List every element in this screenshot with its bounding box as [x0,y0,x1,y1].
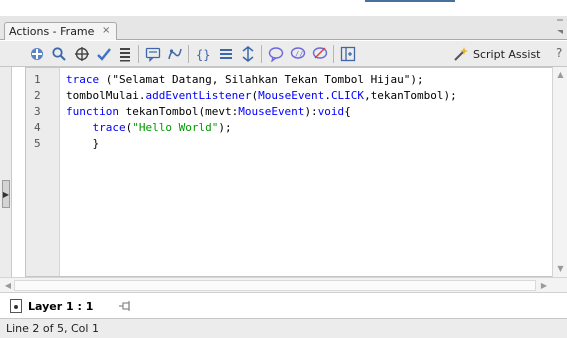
code-token: function [66,105,119,118]
code-token: ("Selamat Datang, Silahkan Tekan Tombol … [99,73,424,86]
script-editor[interactable]: 1 2 3 4 5 trace ("Selamat Datang, Silahk… [25,67,567,277]
code-line[interactable]: function tekanTombol(mevt:MouseEvent):vo… [66,105,351,118]
layer-frame-label: Layer 1 : 1 [28,299,94,313]
code-token: . [324,89,331,102]
code-token: ): [304,105,318,118]
scroll-track[interactable] [14,280,536,291]
code-token: ,tekanTombol); [364,89,457,102]
code-token: trace [66,73,100,86]
scroll-left-icon[interactable]: ◀ [2,280,14,291]
panel-tab-bar: Actions - Frame × [0,16,567,40]
line-number: 4 [34,121,41,134]
line-number-gutter: 1 2 3 4 5 [26,68,60,276]
remove-comment-icon[interactable] [311,45,329,63]
code-token: MouseEvent [258,89,325,102]
code-token: ); [218,121,232,134]
apply-block-comment-icon[interactable] [267,45,285,63]
code-token: tombolMulai. [66,89,146,102]
toolbar-separator [138,45,139,63]
code-token: trace [92,121,126,134]
code-token: void [317,105,345,118]
debug-options-icon[interactable] [166,45,184,63]
collapse-between-braces-icon[interactable]: {} [195,45,213,63]
svg-text://: // [295,50,303,58]
panel-menu-icon[interactable] [555,18,565,36]
expand-all-icon[interactable] [239,45,257,63]
tab-title: Actions - Frame [9,25,95,38]
apply-line-comment-icon[interactable]: // [289,45,307,63]
layer-frame-tab[interactable]: Layer 1 : 1 [4,296,99,316]
code-token: addEventListener [145,89,252,102]
code-token: tekanTombol(mevt: [118,105,239,118]
script-page-icon [10,299,22,313]
toolbar-separator [333,45,334,63]
line-number: 5 [34,137,41,150]
scroll-up-icon[interactable]: ▲ [555,69,566,80]
collapse-selection-icon[interactable] [217,45,235,63]
script-assist-button[interactable]: Script Assist [452,45,541,63]
code-token: "Hello World" [132,121,219,134]
close-icon[interactable]: × [102,25,110,36]
line-number: 1 [34,73,41,86]
find-icon[interactable] [50,45,68,63]
chevron-right-icon: ▶ [2,189,10,199]
code-line[interactable]: tombolMulai.addEventListener(MouseEvent.… [66,89,457,102]
horizontal-scrollbar[interactable]: ◀ ▶ [0,277,567,292]
auto-format-icon[interactable] [116,45,134,63]
add-statement-icon[interactable] [28,45,46,63]
show-code-hint-icon[interactable] [144,45,162,63]
code-line[interactable]: trace("Hello World"); [66,121,232,134]
code-token: MouseEvent [238,105,305,118]
script-assist-label: Script Assist [473,47,541,61]
status-bar: Line 2 of 5, Col 1 [0,318,567,338]
script-navigator-bar: Layer 1 : 1 [0,292,567,318]
actions-toolbar: {} // Script Assist ? [0,41,567,67]
expand-toolbox-handle[interactable]: ▶ [2,180,10,208]
scroll-right-icon[interactable]: ▶ [538,280,550,291]
code-token: CLICK [330,89,365,102]
pin-script-icon[interactable] [118,299,132,313]
cursor-position: Line 2 of 5, Col 1 [6,322,99,335]
toolbar-separator [261,45,262,63]
tab-actions-frame[interactable]: Actions - Frame × [4,22,118,40]
window-top-edge [0,0,567,16]
show-hide-toolbox-icon[interactable] [339,45,357,63]
check-syntax-icon[interactable] [95,45,113,63]
code-line[interactable]: } [66,137,99,150]
toolbar-separator [188,45,189,63]
insert-target-path-icon[interactable] [73,45,91,63]
line-number: 2 [34,89,41,102]
scroll-down-icon[interactable]: ▼ [555,263,566,274]
vertical-scrollbar[interactable]: ▲ ▼ [552,67,567,277]
code-line[interactable]: trace ("Selamat Datang, Silahkan Tekan T… [66,73,424,86]
help-icon[interactable]: ? [556,46,567,62]
stage-edge-strip [365,0,455,2]
code-token: } [66,137,100,150]
magic-wand-icon [454,47,468,61]
code-token: { [344,105,351,118]
svg-text:{}: {} [196,48,210,62]
line-number: 3 [34,105,41,118]
